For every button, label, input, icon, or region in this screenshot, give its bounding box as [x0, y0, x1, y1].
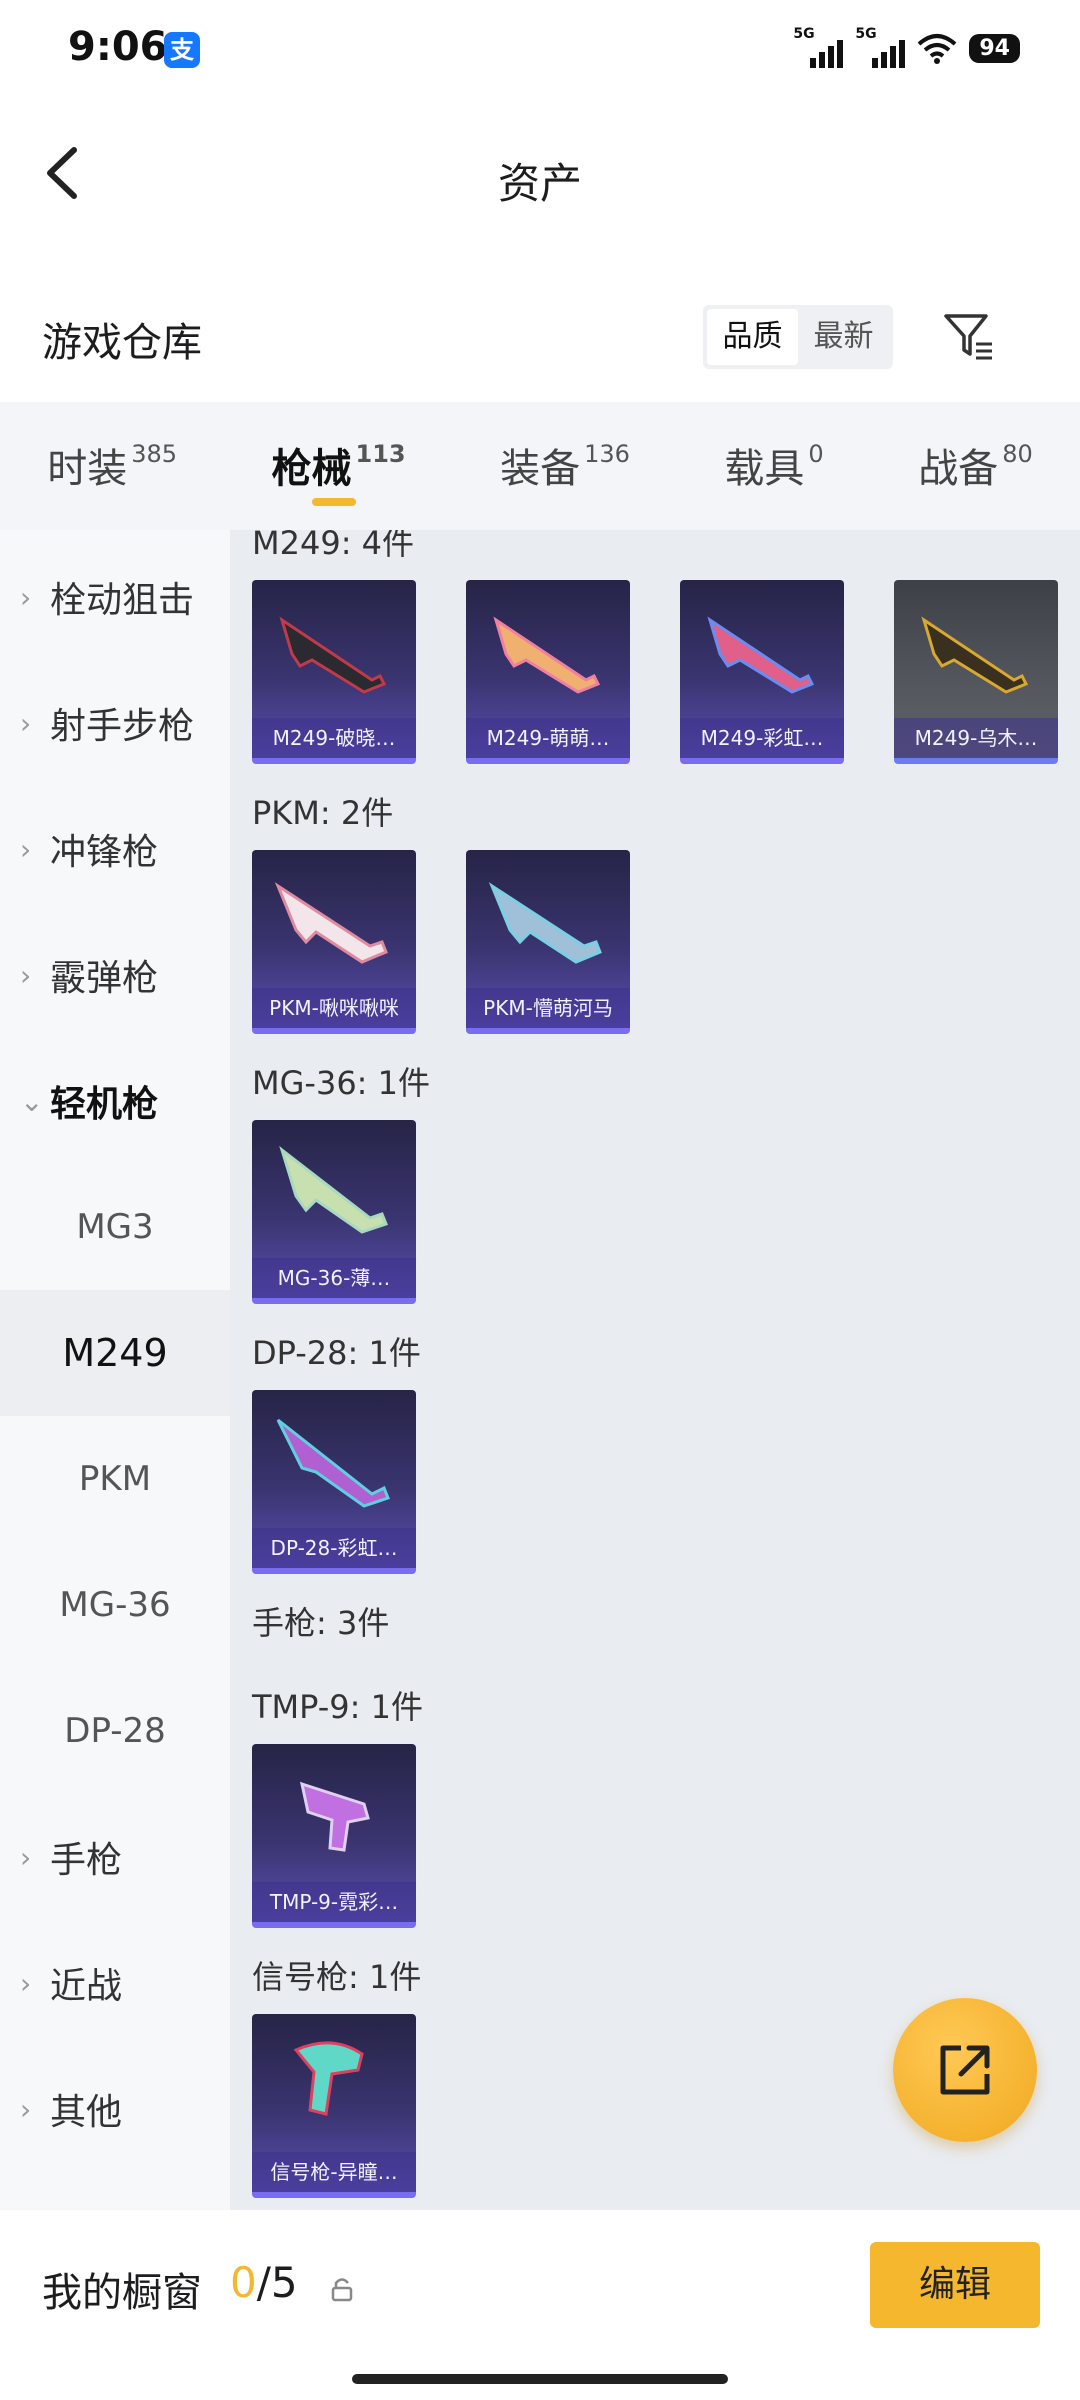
weapon-card[interactable]: DP-28-彩虹… — [252, 1390, 416, 1574]
weapon-category-sidebar: › 栓动狙击 › 射手步枪 › 冲锋枪 › 霰弹枪 ⌄ 轻机枪 MG3 M249 PKM … — [0, 530, 230, 2210]
group-label-flare: 信号枪: 1件 — [252, 1958, 422, 1996]
weapon-card[interactable]: MG-36-薄… — [252, 1120, 416, 1304]
weapon-card[interactable]: M249-破晓… — [252, 580, 416, 764]
showcase-title: 我的橱窗 — [42, 2270, 202, 2316]
tab-vehicles[interactable]: 载具 0 — [724, 402, 823, 494]
status-bar: 9:06 支 5G 5G 94 — [0, 0, 1080, 100]
chevron-down-icon: ⌄ — [20, 1084, 44, 1118]
rifle-icon — [279, 616, 387, 694]
showcase-bar: 我的橱窗 0/5 编辑 — [0, 2210, 1080, 2360]
weapon-card[interactable]: PKM-懵萌河马 — [466, 850, 630, 1034]
status-icons: 5G 5G 94 — [793, 26, 1020, 68]
rifle-icon — [279, 1145, 388, 1234]
tab-firearms[interactable]: 枪械 113 — [272, 402, 406, 506]
category-tabs: 时装 385 枪械 113 装备 136 载具 0 战备 80 — [0, 402, 1080, 530]
external-link-icon — [940, 2045, 990, 2095]
flare-gun-icon — [293, 2041, 364, 2116]
alipay-icon: 支 — [164, 32, 200, 68]
chevron-right-icon: › — [20, 1966, 32, 2000]
weapon-card[interactable]: M249-萌萌… — [466, 580, 630, 764]
tab-equipment[interactable]: 装备 136 — [500, 402, 630, 494]
group-label-m249: M249: 4件 — [252, 530, 415, 562]
status-time: 9:06 — [68, 24, 168, 70]
sort-toggle: 品质 最新 — [703, 305, 893, 369]
tab-supplies[interactable]: 战备 80 — [918, 402, 1033, 494]
wifi-icon — [918, 34, 957, 64]
filter-icon[interactable] — [940, 308, 996, 364]
chevron-right-icon: › — [20, 1840, 32, 1874]
sidebar-item-other[interactable]: › 其他 — [0, 2046, 230, 2172]
chevron-right-icon: › — [20, 832, 32, 866]
share-fab[interactable] — [893, 1998, 1037, 2142]
chevron-right-icon: › — [20, 958, 32, 992]
sidebar-item-shotgun[interactable]: › 霰弹枪 — [0, 912, 230, 1038]
edit-button[interactable]: 编辑 — [870, 2242, 1040, 2328]
weapon-list: M249: 4件 M249-破晓… M249-萌萌… M249-彩虹… M249… — [230, 530, 1080, 2210]
sidebar-item-marksman[interactable]: › 射手步枪 — [0, 660, 230, 786]
group-label-tmp9: TMP-9: 1件 — [252, 1688, 423, 1726]
sidebar-sub-mg3[interactable]: MG3 — [0, 1164, 230, 1290]
home-indicator — [352, 2374, 728, 2384]
weapon-card[interactable]: TMP-9-霓彩… — [252, 1744, 416, 1928]
sidebar-sub-dp28[interactable]: DP-28 — [0, 1668, 230, 1794]
weapon-card[interactable]: 信号枪-异瞳… — [252, 2014, 416, 2198]
rifle-icon — [493, 616, 601, 694]
top-nav: 资产 — [0, 120, 1080, 230]
sidebar-item-lmg[interactable]: ⌄ 轻机枪 — [0, 1038, 230, 1164]
signal-icon: 5G — [793, 26, 844, 68]
weapon-card[interactable]: M249-乌木… — [894, 580, 1058, 764]
rifle-icon — [707, 616, 815, 694]
tab-active-underline — [311, 498, 356, 506]
warehouse-title: 游戏仓库 — [42, 320, 202, 366]
sidebar-item-bolt-sniper[interactable]: › 栓动狙击 — [0, 534, 230, 660]
group-label-pkm: PKM: 2件 — [252, 794, 394, 832]
lock-icon — [331, 2278, 353, 2302]
sidebar-item-smg[interactable]: › 冲锋枪 — [0, 786, 230, 912]
rifle-icon — [921, 616, 1029, 694]
weapon-card[interactable]: M249-彩虹… — [680, 580, 844, 764]
rifle-icon — [274, 882, 388, 964]
sidebar-sub-pkm[interactable]: PKM — [0, 1416, 230, 1542]
showcase-count: 0/5 — [230, 2258, 298, 2307]
sidebar-item-pistol[interactable]: › 手枪 — [0, 1794, 230, 1920]
group-label-pistol: 手枪: 3件 — [252, 1604, 390, 1642]
page-title: 资产 — [497, 159, 582, 208]
rifle-icon — [276, 1418, 390, 1508]
sort-latest-button[interactable]: 最新 — [798, 309, 889, 365]
sort-quality-button[interactable]: 品质 — [707, 309, 798, 365]
chevron-right-icon: › — [20, 2092, 32, 2126]
group-label-dp28: DP-28: 1件 — [252, 1334, 421, 1372]
sidebar-sub-mg36[interactable]: MG-36 — [0, 1542, 230, 1668]
sidebar-item-melee[interactable]: › 近战 — [0, 1920, 230, 2046]
smg-icon — [299, 1781, 370, 1852]
weapon-card[interactable]: PKM-啾咪啾咪 — [252, 850, 416, 1034]
sidebar-sub-m249[interactable]: M249 — [0, 1290, 230, 1416]
signal-icon-2: 5G — [855, 26, 906, 68]
battery-indicator: 94 — [969, 33, 1020, 63]
chevron-right-icon: › — [20, 706, 32, 740]
rifle-icon — [488, 882, 602, 964]
chevron-right-icon: › — [20, 580, 32, 614]
group-label-mg36: MG-36: 1件 — [252, 1064, 430, 1102]
tab-fashion[interactable]: 时装 385 — [47, 402, 177, 494]
